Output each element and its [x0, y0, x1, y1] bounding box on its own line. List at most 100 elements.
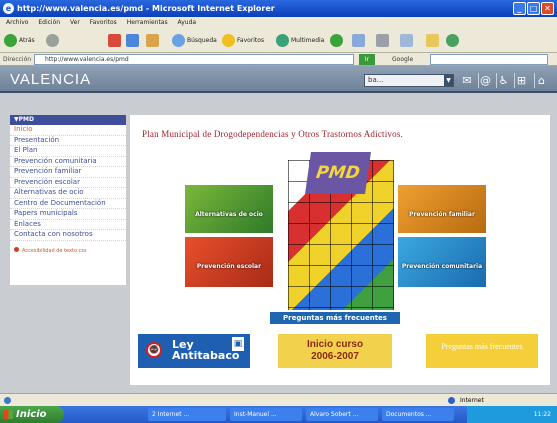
- address-label: Dirección: [3, 56, 32, 63]
- secondary-banner-label: Preguntas más frecuentes: [441, 342, 523, 351]
- search-label: Búsqueda: [187, 37, 217, 44]
- stop-button[interactable]: [108, 33, 123, 49]
- globe-icon: [448, 397, 455, 404]
- taskbar-item-manuel[interactable]: Inst-Manuel ...: [230, 408, 302, 421]
- tile-alternativas-ocio-label: Alternativas de ocio: [195, 211, 263, 218]
- sidebar-item-el-plan[interactable]: El Plan: [10, 146, 126, 157]
- tile-prevencion-familiar-label: Prevención familiar: [409, 211, 475, 218]
- bullet-icon: [14, 246, 19, 252]
- sidebar-item-presentacion[interactable]: Presentación: [10, 136, 126, 146]
- pmd-logo: PMD: [305, 152, 371, 194]
- mail-icon[interactable]: ✉: [460, 73, 474, 88]
- print-icon: [376, 34, 389, 47]
- menu-edicion[interactable]: Edición: [38, 19, 60, 26]
- no-smoking-icon: 🚭: [146, 342, 162, 358]
- menu-ver[interactable]: Ver: [70, 19, 80, 26]
- messenger-button[interactable]: [446, 33, 461, 49]
- sidebar-item-prevencion-familiar[interactable]: Prevención familiar: [10, 167, 126, 178]
- menu-ayuda[interactable]: Ayuda: [178, 19, 197, 26]
- start-label: Inicio: [16, 409, 47, 420]
- ley-antitabaco-banner[interactable]: 🚭 ▣ Ley Antitabaco: [138, 334, 250, 368]
- home-icon: [146, 34, 159, 47]
- sidebar-item-papers-municipals[interactable]: Papers municipals: [10, 209, 126, 220]
- taskbar-item-internet[interactable]: 2 Internet ...: [148, 408, 226, 421]
- curso-label-line2: 2006-2007: [311, 351, 359, 362]
- site-search-select[interactable]: ba... ▼: [364, 74, 454, 87]
- google-label: Google: [392, 56, 414, 63]
- accessibility-link-label: Accesibilidad de texto css: [22, 247, 87, 254]
- refresh-icon: [126, 34, 139, 47]
- forward-arrow-icon: [46, 34, 59, 47]
- accessibility-icon[interactable]: ♿: [496, 73, 510, 88]
- tile-prevencion-escolar[interactable]: Prevención escolar: [185, 237, 273, 287]
- internet-explorer-icon: e: [3, 3, 14, 14]
- folder-button[interactable]: [426, 33, 441, 49]
- faq-button[interactable]: Preguntas más frecuentes: [270, 312, 400, 324]
- back-button[interactable]: Atrás: [4, 33, 35, 49]
- mail-button[interactable]: [352, 33, 367, 49]
- at-icon[interactable]: @: [478, 73, 492, 88]
- menu-herramientas[interactable]: Herramientas: [127, 19, 168, 26]
- sidebar-item-inicio[interactable]: Inicio: [10, 125, 126, 136]
- sidebar-item-contacta[interactable]: Contacta con nosotros: [10, 230, 126, 241]
- close-button[interactable]: ✕: [541, 2, 554, 15]
- tile-prevencion-familiar[interactable]: Prevención familiar: [398, 185, 486, 233]
- history-button[interactable]: [330, 33, 345, 49]
- menu-bar: Archivo Edición Ver Favoritos Herramient…: [0, 17, 557, 29]
- secondary-banner[interactable]: Preguntas más frecuentes: [426, 334, 538, 368]
- tile-prevencion-comunitaria-label: Prevención comunitaria: [401, 263, 483, 270]
- sitemap-icon[interactable]: ⊞: [514, 73, 528, 88]
- forward-button[interactable]: [46, 33, 61, 49]
- google-toolbar: Google: [392, 54, 552, 65]
- print-button[interactable]: [376, 33, 391, 49]
- sidebar-item-prevencion-escolar[interactable]: Prevención escolar: [10, 178, 126, 188]
- home-icon[interactable]: ⌂: [534, 73, 548, 88]
- folder-icon: [426, 34, 439, 47]
- main-content: Plan Municipal de Drogodependencias y Ot…: [130, 115, 550, 385]
- start-button[interactable]: Inicio: [0, 406, 64, 423]
- maximize-button[interactable]: □: [527, 2, 540, 15]
- taskbar: Inicio 2 Internet ... Inst-Manuel ... Al…: [0, 406, 557, 423]
- search-icon: [172, 34, 185, 47]
- menu-favoritos[interactable]: Favoritos: [90, 19, 117, 26]
- site-logo[interactable]: VALENCIA: [10, 71, 91, 88]
- plan-banner-title: Plan Municipal de Drogodependencias y Ot…: [142, 129, 403, 139]
- inicio-curso-banner[interactable]: Inicio curso 2006-2007: [278, 334, 392, 368]
- favorites-button[interactable]: Favoritos: [222, 33, 264, 49]
- taskbar-item-alvaro[interactable]: Alvaro Sobert ...: [306, 408, 378, 421]
- media-label: Multimedia: [291, 37, 325, 44]
- tile-prevencion-escolar-label: Prevención escolar: [196, 263, 262, 270]
- history-icon: [330, 34, 343, 47]
- tile-prevencion-comunitaria[interactable]: Prevención comunitaria: [398, 237, 486, 287]
- edit-icon: [400, 34, 413, 47]
- window-title: http://www.valencia.es/pmd - Microsoft I…: [17, 4, 275, 13]
- tile-alternativas-ocio[interactable]: Alternativas de ocio: [185, 185, 273, 233]
- edit-button[interactable]: [400, 33, 415, 49]
- google-search-input[interactable]: [430, 54, 548, 65]
- media-icon: [276, 34, 289, 47]
- page-icon: [4, 397, 11, 404]
- go-button[interactable]: Ir: [359, 54, 375, 65]
- search-button[interactable]: Búsqueda: [172, 33, 217, 49]
- mail-icon: [352, 34, 365, 47]
- menu-archivo[interactable]: Archivo: [6, 19, 28, 26]
- sidebar-item-enlaces[interactable]: Enlaces: [10, 220, 126, 230]
- title-bar: e http://www.valencia.es/pmd - Microsoft…: [0, 0, 557, 17]
- sidebar-item-alternativas-de-ocio[interactable]: Alternativas de ocio: [10, 188, 126, 199]
- sidebar-menu: ▼PMD Inicio Presentación El Plan Prevenc…: [10, 115, 126, 285]
- sidebar-header[interactable]: ▼PMD: [10, 115, 126, 125]
- refresh-button[interactable]: [126, 33, 141, 49]
- home-button[interactable]: [146, 33, 161, 49]
- document-icon: ▣: [232, 337, 244, 351]
- sidebar-item-centro-documentacion[interactable]: Centro de Documentación: [10, 199, 126, 209]
- star-icon: [222, 34, 235, 47]
- favorites-label: Favoritos: [237, 37, 265, 44]
- address-input[interactable]: http://www.valencia.es/pmd: [34, 54, 354, 65]
- taskbar-item-documentos[interactable]: Documentos ...: [382, 408, 454, 421]
- minimize-button[interactable]: _: [513, 2, 526, 15]
- status-bar: Internet: [0, 393, 557, 406]
- sidebar-item-prevencion-comunitaria[interactable]: Prevención comunitaria: [10, 157, 126, 167]
- site-header: VALENCIA ba... ▼ ✉ @ ♿ ⊞ ⌂: [0, 66, 557, 93]
- media-button[interactable]: Multimedia: [276, 33, 324, 49]
- accessibility-link[interactable]: Accesibilidad de texto css: [10, 246, 126, 254]
